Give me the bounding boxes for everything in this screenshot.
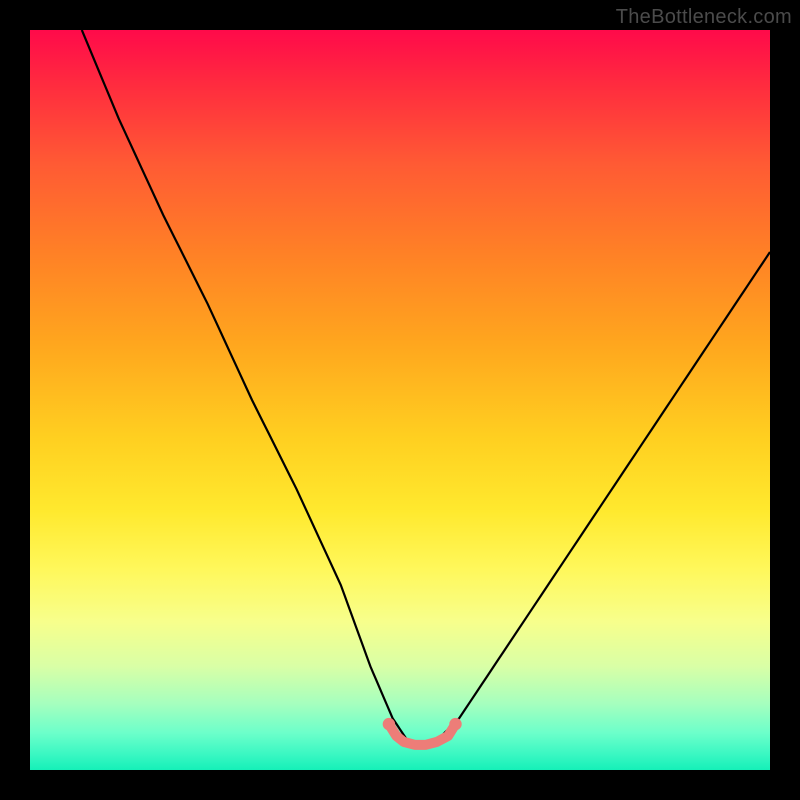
chart-frame: TheBottleneck.com [0, 0, 800, 800]
plot-area [30, 30, 770, 770]
valley-highlight-endpoint [449, 718, 461, 730]
watermark-text: TheBottleneck.com [616, 6, 792, 29]
bottleneck-curve [82, 30, 770, 744]
curve-overlay [30, 30, 770, 770]
valley-highlight-endpoint [383, 718, 395, 730]
